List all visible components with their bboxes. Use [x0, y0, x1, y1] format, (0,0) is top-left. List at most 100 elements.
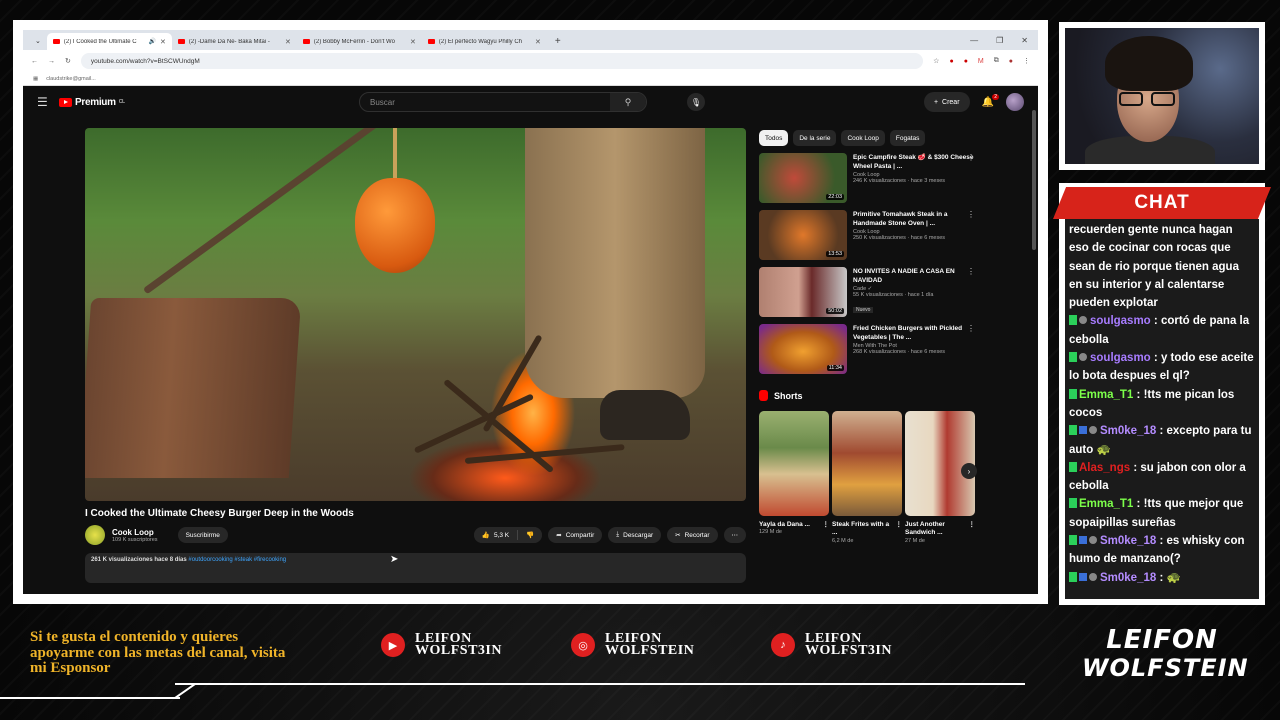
audio-icon[interactable]: 🔊	[149, 38, 156, 45]
more-options-icon[interactable]: ⋮	[967, 210, 975, 219]
subscribe-button[interactable]: Suscribirme	[177, 527, 228, 543]
browser-tab[interactable]: (2) El perfecto Wagyu Philly Ch ✕	[422, 33, 547, 50]
more-options-icon[interactable]: ⋮	[896, 521, 903, 529]
tab-list-icon[interactable]: ⌄	[29, 37, 47, 50]
notifications-bell-icon[interactable]: 🔔 2	[982, 93, 999, 108]
social-handle: LEIFON WOLFSTEIN	[605, 632, 694, 658]
reload-icon[interactable]: ↻	[65, 57, 71, 65]
short-title[interactable]: Yayla da Dana ... ⋮	[759, 521, 829, 529]
search-input[interactable]: Buscar	[360, 98, 610, 107]
gmail-icon[interactable]: M	[978, 58, 984, 65]
chat-message: Sm0ke_18 : es whisky con humo de manzano…	[1069, 532, 1255, 569]
chip-de-la-serie[interactable]: De la serie	[793, 130, 837, 146]
short-thumbnail[interactable]	[759, 411, 829, 516]
short-views: 27 M de	[905, 537, 925, 544]
short-thumbnail[interactable]	[832, 411, 902, 516]
video-thumbnail[interactable]: 13:53	[759, 210, 847, 260]
cheese-ball-scene	[355, 178, 435, 273]
close-tab-icon[interactable]: ✕	[160, 38, 166, 46]
video-title[interactable]: Epic Campfire Steak 🥩 & $300 Cheese Whee…	[853, 153, 975, 171]
more-options-icon[interactable]: ⋮	[823, 521, 830, 529]
handle-line2: WOLFST3IN	[805, 643, 892, 658]
browser-window: ⌄ (2) I Cooked the Ultimate C 🔊 ✕ (2) -D…	[23, 30, 1038, 594]
browser-tab[interactable]: (2) I Cooked the Ultimate C 🔊 ✕	[46, 33, 172, 50]
chip-todos[interactable]: Todos	[759, 130, 789, 146]
channel-name[interactable]: Cook Loop	[112, 528, 158, 537]
url-field[interactable]: youtube.com/watch?v=BtSCWUndgM	[80, 53, 924, 69]
microphone-icon[interactable]: 🎙	[687, 93, 705, 111]
recommended-video[interactable]: 11:34 Fried Chicken Burgers with Pickled…	[759, 324, 975, 378]
more-options-icon[interactable]: ⋮	[967, 153, 975, 162]
video-thumbnail[interactable]: 11:34	[759, 324, 847, 374]
extension-icon[interactable]: ●	[964, 58, 968, 65]
more-options-icon[interactable]: ⋮	[967, 324, 975, 333]
close-window-icon[interactable]: ✕	[1021, 36, 1028, 45]
new-tab-icon[interactable]: +	[547, 36, 569, 50]
short-item[interactable]: Yayla da Dana ... ⋮ 129 M de	[759, 411, 829, 544]
video-title[interactable]: Primitive Tomahawk Steak in a Handmade S…	[853, 210, 975, 228]
bookmark-star-icon[interactable]: ☆	[933, 57, 939, 65]
apps-grid-icon[interactable]: ▦	[33, 76, 38, 82]
search-icon[interactable]: ⚲	[610, 93, 646, 111]
search-box[interactable]: Buscar ⚲	[359, 92, 647, 112]
youtube-header: ☰ Premium CL Buscar ⚲ 🎙 + Crear 🔔 2	[23, 86, 1038, 118]
social-youtube[interactable]: ▶ LEIFON WOLFST3IN	[381, 632, 502, 658]
extensions-puzzle-icon[interactable]: ⧉	[994, 57, 999, 65]
video-description[interactable]: 261 K visualizaciones hace 8 días #outdo…	[85, 553, 746, 583]
profile-icon[interactable]: ●	[1009, 58, 1013, 65]
more-options-icon[interactable]: ⋮	[969, 521, 976, 529]
chevron-right-icon[interactable]: ›	[961, 463, 977, 479]
forward-icon[interactable]: →	[48, 58, 55, 65]
dislike-button[interactable]: 👎	[518, 527, 543, 543]
video-title: I Cooked the Ultimate Cheesy Burger Deep…	[85, 508, 354, 519]
filter-chips: Todos De la serie Cook Loop Fogatas	[759, 130, 975, 146]
restore-icon[interactable]: ❐	[996, 36, 1003, 45]
more-options-icon[interactable]: ⋮	[967, 267, 975, 276]
chip-fogatas[interactable]: Fogatas	[889, 130, 926, 146]
minimize-icon[interactable]: —	[970, 36, 978, 45]
video-thumbnail[interactable]: 50:02	[759, 267, 847, 317]
like-button[interactable]: 👍 5,3 K	[473, 527, 518, 543]
recommended-video[interactable]: 50:02 NO INVITES A NADIE A CASA EN NAVID…	[759, 267, 975, 321]
short-title[interactable]: Just Another Sandwich ... ⋮	[905, 521, 975, 538]
short-title-text: Just Another Sandwich ...	[905, 521, 945, 537]
extension-icon[interactable]: ●	[949, 58, 953, 65]
hashtags[interactable]: #outdoorcooking #steak #firecooking	[188, 557, 286, 563]
chip-cook-loop[interactable]: Cook Loop	[841, 130, 885, 146]
social-instagram[interactable]: ◎ LEIFON WOLFSTEIN	[571, 632, 694, 658]
recommended-video[interactable]: 13:53 Primitive Tomahawk Steak in a Hand…	[759, 210, 975, 264]
video-info: Epic Campfire Steak 🥩 & $300 Cheese Whee…	[853, 153, 975, 207]
page-scrollbar[interactable]	[1032, 110, 1036, 250]
back-icon[interactable]: ←	[31, 58, 38, 65]
share-button[interactable]: ➦ Compartir	[548, 527, 603, 543]
more-options-icon[interactable]: ⋯	[723, 527, 746, 543]
close-tab-icon[interactable]: ✕	[285, 38, 291, 46]
clip-label: Recortar	[684, 531, 710, 539]
close-tab-icon[interactable]: ✕	[410, 38, 416, 46]
browser-tab[interactable]: (2) -Dame Da Ne- Baka Mitai - ✕	[172, 33, 297, 50]
boot-scene	[600, 390, 690, 440]
youtube-premium-logo[interactable]: Premium CL	[59, 97, 125, 108]
recommended-video[interactable]: 22:03 Epic Campfire Steak 🥩 & $300 Chees…	[759, 153, 975, 207]
bookmark-item[interactable]: claudstrike@gmail...	[46, 76, 96, 82]
short-title[interactable]: Steak Frites with a ... ⋮	[832, 521, 902, 538]
views-date: 261 K visualizaciones hace 8 días	[91, 557, 187, 563]
user-avatar[interactable]	[1006, 93, 1024, 111]
download-button[interactable]: ⤓ Descargar	[608, 527, 662, 543]
download-icon: ⤓	[616, 531, 620, 538]
short-item[interactable]: Steak Frites with a ... ⋮ 6,2 M de	[832, 411, 902, 544]
close-tab-icon[interactable]: ✕	[535, 38, 541, 46]
video-player[interactable]	[85, 128, 746, 501]
create-button[interactable]: + Crear	[923, 92, 970, 112]
channel-avatar[interactable]	[85, 525, 105, 545]
browser-tab[interactable]: (2) Bobby McFerrin - Don't Wo ✕	[297, 33, 422, 50]
video-title[interactable]: Fried Chicken Burgers with Pickled Veget…	[853, 324, 975, 342]
clip-button[interactable]: ✂ Recortar	[667, 527, 718, 543]
social-tiktok[interactable]: ♪ LEIFON WOLFST3IN	[771, 632, 892, 658]
bookmarks-bar: ▦ claudstrike@gmail...	[23, 72, 1038, 86]
header-actions: + Crear 🔔 2	[923, 92, 1024, 112]
menu-dots-icon[interactable]: ⋮	[1023, 57, 1030, 65]
menu-hamburger-icon[interactable]: ☰	[37, 95, 59, 109]
video-thumbnail[interactable]: 22:03	[759, 153, 847, 203]
video-title[interactable]: NO INVITES A NADIE A CASA EN NAVIDAD	[853, 267, 975, 285]
